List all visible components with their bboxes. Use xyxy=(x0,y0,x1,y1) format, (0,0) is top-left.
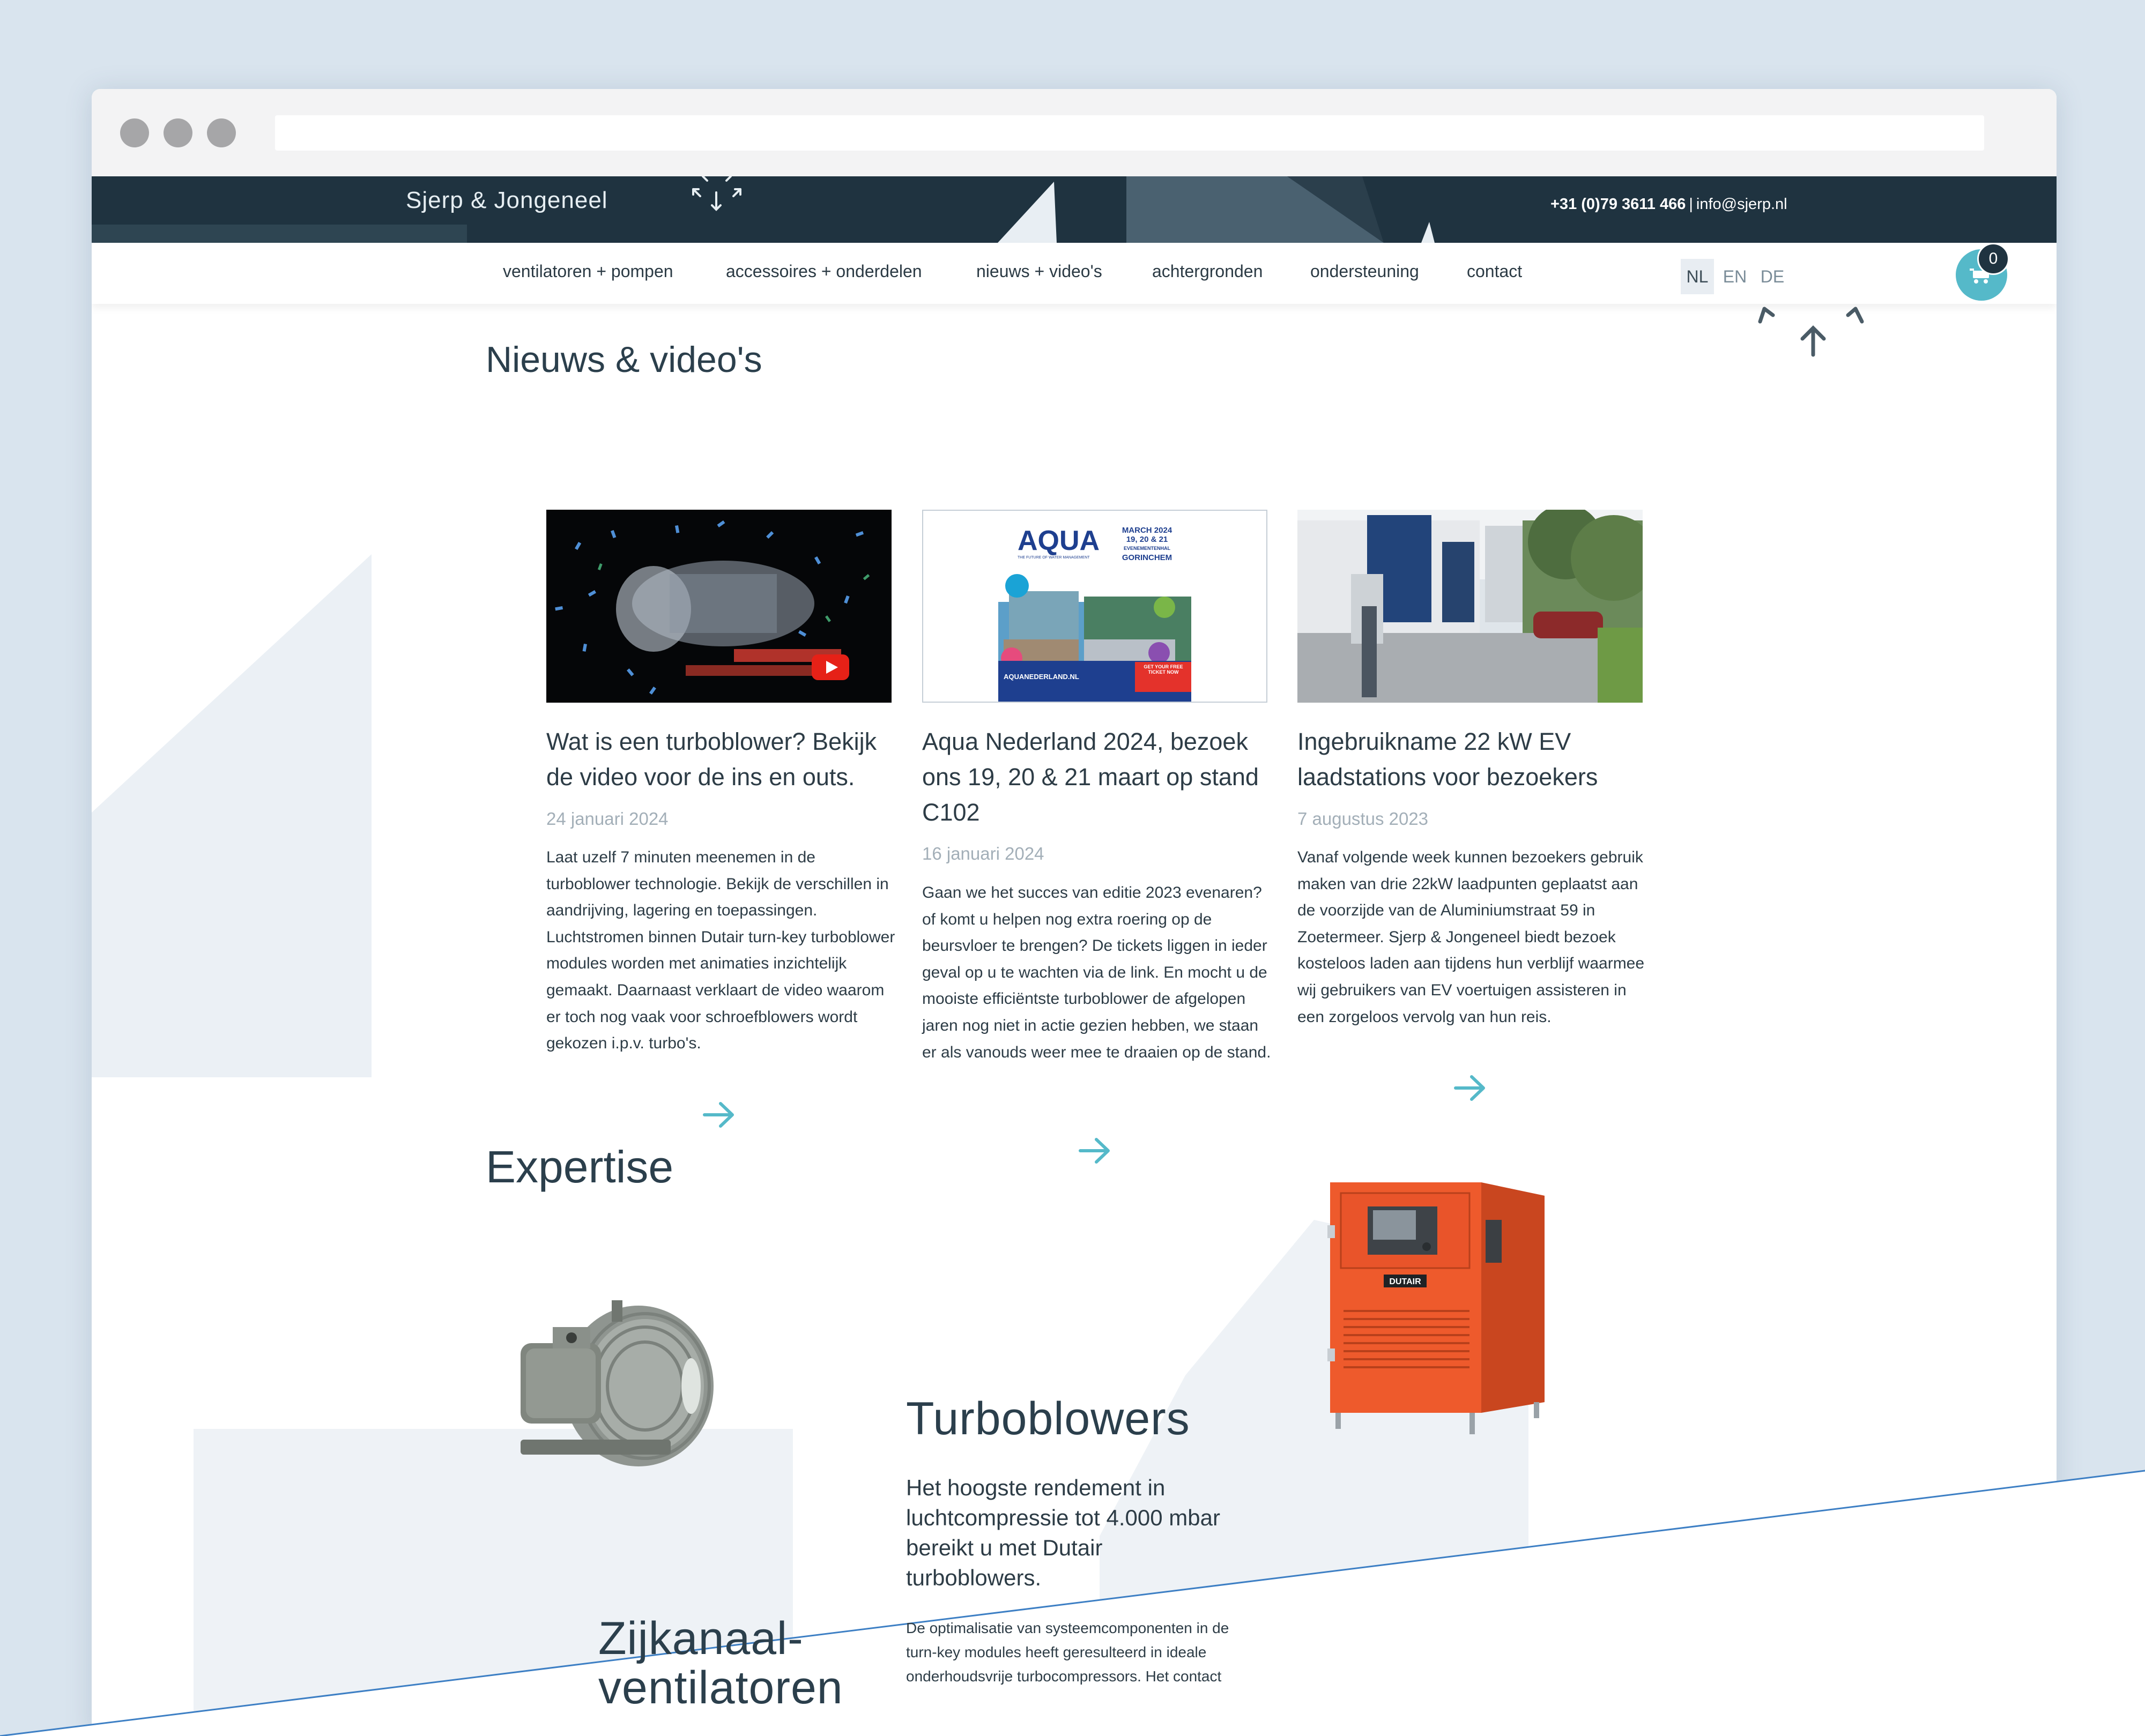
lang-nl[interactable]: NL xyxy=(1681,259,1714,294)
card-1-arrow-right-icon[interactable] xyxy=(701,1100,737,1129)
nav-item-nieuws[interactable]: nieuws + video's xyxy=(976,262,1102,281)
aqua-event-city: GORINCHEM xyxy=(1122,553,1172,562)
play-icon xyxy=(812,654,849,680)
card-2-arrow-right-icon[interactable] xyxy=(1077,1136,1112,1165)
card-1-text: Laat uzelf 7 minuten meenemen in de turb… xyxy=(546,848,895,1053)
side-channel-blower-image[interactable] xyxy=(504,1284,735,1477)
nav-item-achtergronden[interactable]: achtergronden xyxy=(1152,262,1263,281)
turboblowers-text: De optimalisatie van systeemcomponenten … xyxy=(906,1620,1229,1685)
aqua-site: AQUANEDERLAND.NL xyxy=(1004,673,1079,681)
lang-en[interactable]: EN xyxy=(1718,259,1751,294)
aqua-tagline: THE FUTURE OF WATER MANAGEMENT xyxy=(1018,556,1090,560)
aqua-event-venue: EVENEMENTENHAL xyxy=(1123,546,1170,551)
turboblower-cabinet-image[interactable]: DUTAIR xyxy=(1319,1172,1555,1445)
turboblowers-subtitle: Het hoogste rendement in luchtcompressie… xyxy=(906,1475,1220,1590)
card-3-arrow-right-icon[interactable] xyxy=(1452,1074,1488,1102)
aqua-logo: AQUA xyxy=(1018,525,1100,556)
expertise-turboblowers-title[interactable]: Turboblowers xyxy=(906,1394,1190,1443)
expertise-heading: Expertise xyxy=(486,1142,674,1192)
card-2-date: 16 januari 2024 xyxy=(922,844,1044,863)
card-3-title[interactable]: Ingebruikname 22 kW EV laadstations voor… xyxy=(1297,724,1646,795)
aqua-event-days: 19, 20 & 21 xyxy=(1126,535,1168,544)
card-2-aqua-banner[interactable]: AQUA THE FUTURE OF WATER MANAGEMENT MARC… xyxy=(922,510,1267,703)
turboblower-animation-image xyxy=(546,510,892,703)
card-1-title[interactable]: Wat is een turboblower? Bekijk de video … xyxy=(546,724,895,795)
ev-charging-building-image xyxy=(1297,510,1643,703)
nav-item-ventilatoren[interactable]: ventilatoren + pompen xyxy=(503,262,673,281)
zijkanaal-title-line2: ventilatoren xyxy=(598,1662,843,1713)
card-3-date: 7 augustus 2023 xyxy=(1297,809,1429,829)
aqua-event-month: MARCH 2024 xyxy=(1122,526,1172,535)
lang-de[interactable]: DE xyxy=(1756,259,1789,294)
main-navigation: ventilatoren + pompen accessoires + onde… xyxy=(92,243,2057,304)
dutair-plate: DUTAIR xyxy=(1389,1277,1421,1286)
cart-count-badge: 0 xyxy=(1977,243,2009,275)
nav-item-ondersteuning[interactable]: ondersteuning xyxy=(1310,262,1419,281)
card-2-text: Gaan we het succes van editie 2023 evena… xyxy=(922,884,1271,1061)
card-1-date: 24 januari 2024 xyxy=(546,809,669,829)
aqua-ticket: GET YOUR FREE TICKET NOW xyxy=(1144,664,1183,675)
card-3-building-photo[interactable] xyxy=(1297,510,1643,703)
news-heading: Nieuws & video's xyxy=(486,339,762,380)
aqua-event-info: MARCH 2024 19, 20 & 21 EVENEMENTENHAL GO… xyxy=(1116,526,1178,562)
zijkanaal-title-line1: Zijkanaal- xyxy=(598,1613,804,1664)
card-2-title[interactable]: Aqua Nederland 2024, bezoek ons 19, 20 &… xyxy=(922,724,1271,830)
nav-item-contact[interactable]: contact xyxy=(1467,262,1522,281)
deco-arrows-icon xyxy=(1758,307,1864,357)
expertise-zijkanaal-title[interactable]: Zijkanaal- ventilatoren xyxy=(598,1614,843,1712)
card-1-video-thumbnail[interactable] xyxy=(546,510,892,703)
browser-window: Sjerp & Jongeneel +31 (0)79 3611 466 | inf… xyxy=(92,89,2057,1736)
card-3-text: Vanaf volgende week kunnen bezoekers geb… xyxy=(1297,848,1645,1026)
nav-item-accessoires[interactable]: accessoires + onderdelen xyxy=(726,262,922,281)
